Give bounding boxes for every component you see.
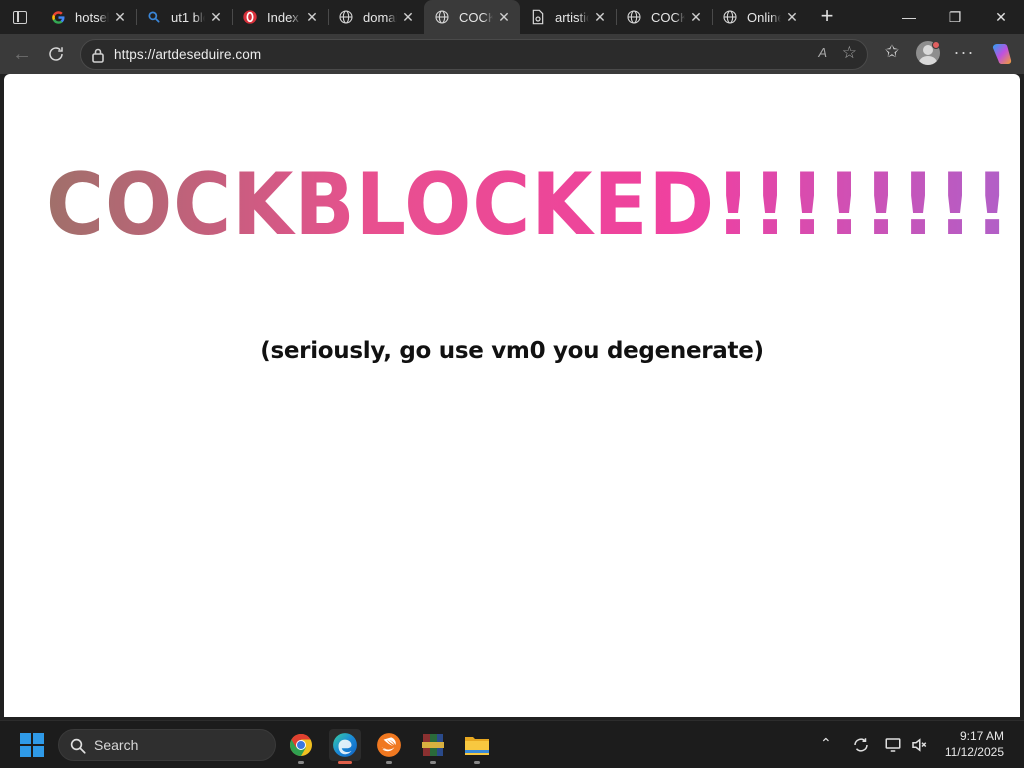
close-icon[interactable]: ✕ xyxy=(112,9,128,25)
lock-icon[interactable] xyxy=(91,47,105,63)
minimize-button[interactable]: — xyxy=(886,0,932,34)
globe-icon xyxy=(338,9,354,25)
close-window-button[interactable]: ✕ xyxy=(978,0,1024,34)
system-clock[interactable]: 9:17 AM 11/12/2025 xyxy=(945,728,1004,760)
reload-icon xyxy=(49,47,63,61)
close-icon[interactable]: ✕ xyxy=(208,9,224,25)
tab-online[interactable]: Online ✕ xyxy=(712,0,808,34)
tab-bar: hotsell ✕ ut1 blo ✕ Index o ✕ domai ✕ xyxy=(0,0,1024,34)
tab-title: hotsell xyxy=(75,9,109,25)
file-explorer-icon[interactable] xyxy=(461,729,493,764)
close-icon[interactable]: ✕ xyxy=(688,9,704,25)
url-text[interactable]: https://artdeseduire.com xyxy=(114,47,261,62)
tab-cockb-active[interactable]: COCKB ✕ xyxy=(424,0,520,34)
headline-text: COCKBLOCKED!!!!!!!! xyxy=(46,150,1011,260)
windows-start-icon[interactable] xyxy=(20,733,44,757)
close-icon[interactable]: ✕ xyxy=(784,9,800,25)
tab-title: ut1 blo xyxy=(171,9,205,25)
close-icon[interactable]: ✕ xyxy=(496,9,512,25)
opera-icon xyxy=(242,9,258,25)
display-icon[interactable] xyxy=(883,735,903,755)
app-running-indicator xyxy=(386,761,392,764)
sync-icon[interactable] xyxy=(851,735,871,755)
globe-icon xyxy=(722,9,738,25)
page-subtitle: (seriously, go use vm0 you degenerate) xyxy=(260,338,764,364)
new-tab-button[interactable]: + xyxy=(814,4,840,30)
favorites-icon[interactable]: ✩ xyxy=(880,42,904,66)
taskbar-search-input[interactable]: Search xyxy=(58,729,276,761)
globe-icon xyxy=(626,9,642,25)
tab-ut1-blo[interactable]: ut1 blo ✕ xyxy=(136,0,233,34)
search-icon xyxy=(146,9,162,25)
tab-title: Online xyxy=(747,9,781,25)
search-icon xyxy=(70,738,86,754)
swift-icon[interactable] xyxy=(373,729,405,764)
tab-strip: hotsell ✕ ut1 blo ✕ Index o ✕ domai ✕ xyxy=(40,0,808,34)
tab-hotsell[interactable]: hotsell ✕ xyxy=(40,0,137,34)
app-running-indicator xyxy=(430,761,436,764)
chrome-icon[interactable] xyxy=(285,729,317,764)
tab-title: artistic xyxy=(555,9,589,25)
page-title: COCKBLOCKED!!!!!!!! xyxy=(4,150,1020,260)
restore-button[interactable]: ❐ xyxy=(932,0,978,34)
taskbar: Search ⌃ 9:17 AM 11/12/2025 xyxy=(0,720,1024,768)
tab-title: COCKB xyxy=(651,9,685,25)
copilot-icon[interactable] xyxy=(990,43,1014,65)
tab-title: domai xyxy=(363,9,397,25)
star-icon[interactable]: ☆ xyxy=(842,43,857,63)
winrar-icon[interactable] xyxy=(417,729,449,764)
edge-icon[interactable] xyxy=(329,729,361,764)
search-placeholder: Search xyxy=(94,737,139,753)
app-running-indicator xyxy=(474,761,480,764)
tab-index-of[interactable]: Index o ✕ xyxy=(232,0,329,34)
read-aloud-icon[interactable]: A xyxy=(818,45,827,60)
tab-actions-icon xyxy=(13,10,27,24)
more-options-icon[interactable]: ··· xyxy=(952,42,976,66)
tab-artistic[interactable]: artistic ✕ xyxy=(520,0,617,34)
app-running-indicator xyxy=(338,761,352,764)
arrow-left-icon: ← xyxy=(12,43,32,65)
profile-alert-dot xyxy=(932,41,940,49)
tab-title: COCKB xyxy=(459,9,493,25)
browser-toolbar: ← https://artdeseduire.com A ☆ ✩ ··· xyxy=(0,34,1024,74)
address-bar[interactable]: https://artdeseduire.com A ☆ xyxy=(80,39,868,70)
clock-time: 9:17 AM xyxy=(959,729,1004,743)
globe-icon xyxy=(434,9,450,25)
close-icon[interactable]: ✕ xyxy=(400,9,416,25)
page-viewport: COCKBLOCKED!!!!!!!! (seriously, go use v… xyxy=(4,74,1020,717)
volume-muted-icon[interactable] xyxy=(909,735,929,755)
clock-date: 11/12/2025 xyxy=(944,745,1004,759)
tab-domai[interactable]: domai ✕ xyxy=(328,0,425,34)
back-button[interactable]: ← xyxy=(8,40,36,68)
chevron-up-icon[interactable]: ⌃ xyxy=(820,735,832,752)
tab-cockb[interactable]: COCKB ✕ xyxy=(616,0,713,34)
tab-actions-button[interactable] xyxy=(6,4,34,30)
reload-button[interactable] xyxy=(42,40,70,68)
close-icon[interactable]: ✕ xyxy=(592,9,608,25)
document-icon xyxy=(530,9,546,25)
window-controls: — ❐ ✕ xyxy=(886,0,1024,34)
tab-title: Index o xyxy=(267,9,301,25)
app-running-indicator xyxy=(298,761,304,764)
close-icon[interactable]: ✕ xyxy=(304,9,320,25)
google-icon xyxy=(50,9,66,25)
